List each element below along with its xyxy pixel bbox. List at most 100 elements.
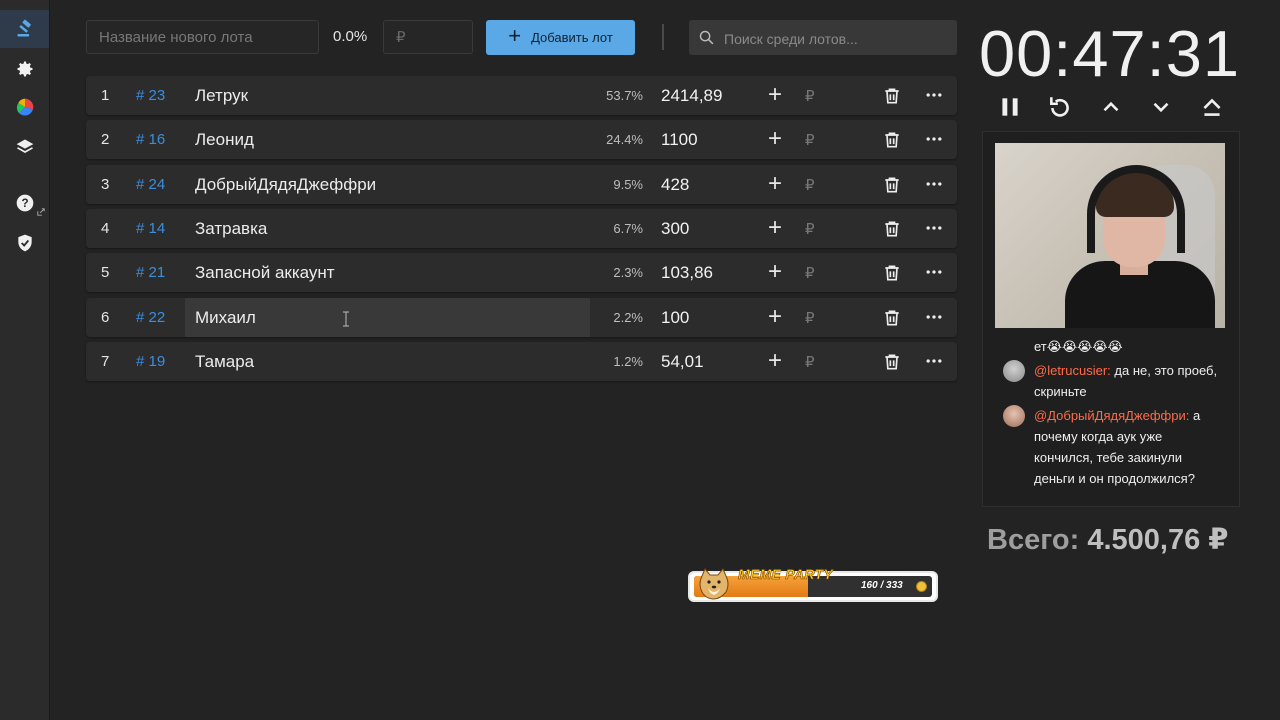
lot-percent: 2.2% <box>613 309 643 325</box>
chevron-down-icon[interactable] <box>1148 94 1174 120</box>
more-icon <box>924 358 944 375</box>
lot-percent: 9.5% <box>613 176 643 192</box>
new-lot-amount-input[interactable] <box>383 20 473 54</box>
sidebar-item-layers[interactable] <box>12 134 38 160</box>
lot-amount: 1100 <box>661 130 698 150</box>
trash-icon <box>882 88 902 110</box>
lot-row: 3 # 24 ДобрыйДядяДжеффри 9.5% 428 + ₽ <box>86 164 957 204</box>
pause-icon[interactable] <box>997 94 1023 120</box>
delete-lot-button[interactable] <box>882 263 902 283</box>
lot-id-link[interactable]: # 22 <box>136 309 165 326</box>
more-icon <box>924 92 944 109</box>
more-options-button[interactable] <box>924 351 944 371</box>
lot-name[interactable]: Запасной аккаунт <box>185 253 590 292</box>
reset-icon[interactable] <box>1047 94 1073 120</box>
add-amount-button[interactable]: + <box>763 303 787 330</box>
trash-icon <box>882 354 902 376</box>
lot-name[interactable]: Тамара <box>185 342 590 381</box>
lot-id-link[interactable]: # 19 <box>136 353 165 370</box>
lot-name[interactable]: Михаил <box>185 297 590 337</box>
lot-search <box>689 20 957 57</box>
amount-currency-input[interactable]: ₽ <box>805 87 815 105</box>
chevron-up-icon[interactable] <box>1098 94 1124 120</box>
delete-lot-button[interactable] <box>882 219 902 239</box>
new-lot-percent: 0.0% <box>333 28 368 45</box>
delete-lot-button[interactable] <box>882 86 902 106</box>
lot-name[interactable]: Леонид <box>185 120 590 159</box>
amount-currency-input[interactable]: ₽ <box>805 176 815 194</box>
lot-name[interactable]: Летрук <box>185 76 590 115</box>
more-options-button[interactable] <box>924 307 944 327</box>
add-amount-button[interactable]: + <box>763 126 787 152</box>
pie-chart-icon <box>16 98 34 116</box>
auction-icon <box>17 19 31 37</box>
more-icon <box>924 269 944 286</box>
lot-percent: 53.7% <box>606 88 643 103</box>
add-amount-button[interactable]: + <box>763 82 787 108</box>
delete-lot-button[interactable] <box>882 308 902 328</box>
more-options-button[interactable] <box>924 174 944 194</box>
sidebar: ? <box>0 0 50 720</box>
lot-amount: 300 <box>661 218 690 238</box>
new-lot-name-input[interactable] <box>86 20 319 54</box>
lot-index: 5 <box>101 264 110 282</box>
add-amount-button[interactable]: + <box>763 259 787 285</box>
lot-amount: 428 <box>661 174 690 194</box>
chat-mention[interactable]: @letrucusier: <box>1034 363 1111 378</box>
gear-icon <box>17 61 33 77</box>
lot-amount: 103,86 <box>661 263 713 283</box>
more-options-button[interactable] <box>924 218 944 238</box>
timer-display: 00:47:31 <box>979 17 1241 90</box>
add-amount-button[interactable]: + <box>763 347 787 374</box>
meme-party-widget: MEME PARTY 160 / 333 <box>688 566 938 602</box>
add-amount-button[interactable]: + <box>763 170 787 197</box>
lot-name[interactable]: Затравка <box>185 209 590 248</box>
sidebar-item-auction[interactable] <box>0 10 49 48</box>
lot-id-link[interactable]: # 24 <box>136 176 165 193</box>
avatar <box>1003 405 1025 427</box>
sidebar-item-security[interactable] <box>12 230 38 256</box>
add-amount-button[interactable]: + <box>763 214 787 241</box>
webcam-video <box>995 143 1225 328</box>
more-options-button[interactable] <box>924 85 944 105</box>
lot-id-link[interactable]: # 23 <box>136 87 165 104</box>
chat-mention[interactable]: @ДобрыйДядяДжеффри: <box>1034 408 1189 423</box>
lot-index: 3 <box>101 175 110 193</box>
lot-percent: 2.3% <box>613 265 643 281</box>
lot-row: 4 # 14 Затравка 6.7% 300 + ₽ <box>86 208 957 248</box>
more-options-button[interactable] <box>924 129 944 149</box>
lot-id-link[interactable]: # 21 <box>136 264 165 281</box>
eject-icon[interactable] <box>1199 94 1225 120</box>
toolbar-divider <box>662 24 664 50</box>
svg-text:?: ? <box>21 197 28 210</box>
sidebar-item-help[interactable]: ? <box>12 190 38 216</box>
more-options-button[interactable] <box>924 262 944 282</box>
delete-lot-button[interactable] <box>882 175 902 195</box>
amount-currency-input[interactable]: ₽ <box>805 131 815 149</box>
text-cursor-icon <box>343 311 349 327</box>
lot-index: 7 <box>101 352 110 370</box>
trash-icon <box>882 177 902 199</box>
lot-percent: 1.2% <box>613 353 643 369</box>
amount-currency-input[interactable]: ₽ <box>805 220 815 238</box>
lot-id-link[interactable]: # 14 <box>136 220 165 237</box>
lot-name[interactable]: ДобрыйДядяДжеффри <box>185 165 590 204</box>
coin-icon <box>916 581 927 592</box>
amount-currency-input[interactable]: ₽ <box>805 309 815 327</box>
layers-icon <box>16 139 34 153</box>
add-lot-label: Добавить лот <box>531 30 613 45</box>
lot-row: 1 # 23 Летрук 53.7% 2414,89 + ₽ <box>86 76 957 115</box>
amount-currency-input[interactable]: ₽ <box>805 264 815 282</box>
chat-message: @ДобрыйДядяДжеффри: а почему когда аук у… <box>1034 405 1219 489</box>
sidebar-item-settings[interactable] <box>12 56 38 82</box>
add-lot-button[interactable]: + Добавить лот <box>486 20 635 55</box>
lot-id-link[interactable]: # 16 <box>136 131 165 148</box>
search-input[interactable] <box>722 20 951 57</box>
delete-lot-button[interactable] <box>882 352 902 372</box>
lot-row: 7 # 19 Тамара 1.2% 54,01 + ₽ <box>86 341 957 381</box>
trash-icon <box>882 265 902 287</box>
amount-currency-input[interactable]: ₽ <box>805 353 815 371</box>
delete-lot-button[interactable] <box>882 130 902 150</box>
sidebar-item-stats[interactable] <box>12 94 38 120</box>
trash-icon <box>882 132 902 154</box>
